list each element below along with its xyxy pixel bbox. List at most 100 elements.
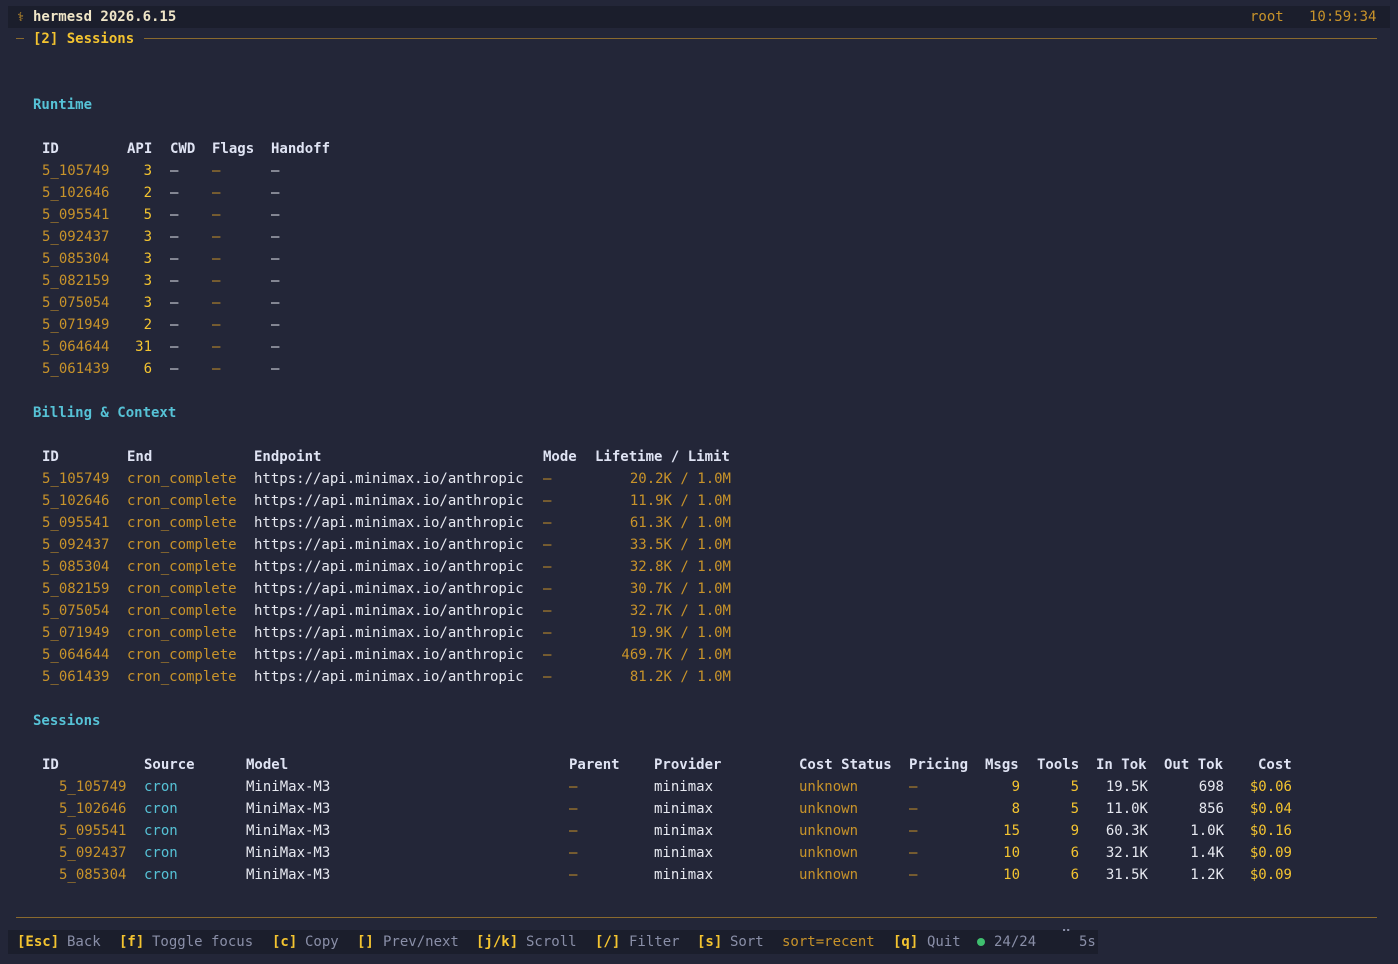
runtime-col-flags: Flags (212, 141, 255, 157)
sessions-row-id[interactable]: 5_085304 (59, 864, 126, 886)
sessions-row-msgs: 15 (1003, 823, 1020, 839)
runtime-row-id[interactable]: 5_082159 (42, 270, 109, 292)
billing-row-id[interactable]: 5_105749 (42, 468, 109, 490)
runtime-heading: Runtime (33, 97, 93, 113)
billing-row-end: cron_complete (127, 537, 237, 553)
sessions-col-9: In Tok (1096, 757, 1147, 773)
runtime-row-api: 3 (143, 295, 152, 311)
sessions-row-msgs: 10 (1003, 867, 1020, 883)
billing-row-end: cron_complete (127, 647, 237, 663)
billing-row-id[interactable]: 5_061439 (42, 666, 109, 688)
billing-row-mode: — (543, 647, 552, 663)
runtime-row-id[interactable]: 5_085304 (42, 248, 109, 270)
sessions-row-cost-status: unknown (799, 823, 859, 839)
footer-key-6[interactable]: [s] (697, 931, 722, 953)
footer-key-0[interactable]: [Esc] (17, 931, 59, 953)
billing-row-id[interactable]: 5_085304 (42, 556, 109, 578)
sessions-row-id[interactable]: 5_102646 (59, 798, 126, 820)
sessions-col-11: Cost (1258, 757, 1292, 773)
billing-row-lifetime: 11.9K / 1.0M (629, 493, 731, 509)
billing-col-0: ID (42, 449, 59, 465)
sessions-row-model: MiniMax-M3 (246, 823, 331, 839)
runtime-row-cwd: — (170, 251, 179, 267)
billing-row-id[interactable]: 5_102646 (42, 490, 109, 512)
sessions-row-id[interactable]: 5_095541 (59, 820, 126, 842)
billing-row-end: cron_complete (127, 515, 237, 531)
tab-sessions[interactable]: [2] Sessions (33, 28, 134, 50)
runtime-row-id[interactable]: 5_105749 (42, 160, 109, 182)
sessions-row-parent: — (569, 867, 578, 883)
runtime-row-flags: — (212, 207, 221, 223)
user-label: root (1250, 9, 1284, 25)
refresh-interval: 5s (1079, 934, 1096, 950)
sessions-row-tools: 5 (1070, 779, 1079, 795)
billing-row-lifetime: 32.8K / 1.0M (629, 559, 731, 575)
billing-row-id[interactable]: 5_064644 (42, 644, 109, 666)
sessions-row-id[interactable]: 5_092437 (59, 842, 126, 864)
terminal-window: ⚕ hermesd 2026.6.15 root 10:59:34 [2] Se… (0, 0, 1398, 964)
sessions-row-msgs: 9 (1011, 779, 1020, 795)
sessions-col-8: Tools (1037, 757, 1080, 773)
footer-rule (16, 917, 1377, 918)
sessions-row-cost-status: unknown (799, 845, 859, 861)
sort-indicator: sort=recent (782, 934, 875, 950)
sessions-row-source: cron (144, 779, 178, 795)
billing-row-end: cron_complete (127, 581, 237, 597)
footer-key-2[interactable]: [c] (272, 931, 297, 953)
billing-row-mode: — (543, 493, 552, 509)
runtime-row-id[interactable]: 5_064644 (42, 336, 109, 358)
sessions-row-in-tok: 32.1K (1105, 845, 1148, 861)
runtime-row-api: 2 (143, 185, 152, 201)
runtime-row-handoff: — (271, 251, 280, 267)
billing-row-id[interactable]: 5_092437 (42, 534, 109, 556)
runtime-row-handoff: — (271, 185, 280, 201)
runtime-row-id[interactable]: 5_061439 (42, 358, 109, 380)
billing-row-id[interactable]: 5_075054 (42, 600, 109, 622)
billing-row-mode: — (543, 515, 552, 531)
sessions-row-out-tok: 1.4K (1190, 845, 1224, 861)
sessions-row-cost: $0.04 (1249, 801, 1292, 817)
runtime-row-id[interactable]: 5_102646 (42, 182, 109, 204)
billing-row-id[interactable]: 5_082159 (42, 578, 109, 600)
billing-row-endpoint: https://api.minimax.io/anthropic (254, 625, 524, 641)
sessions-row-id[interactable]: 5_105749 (59, 776, 126, 798)
billing-row-endpoint: https://api.minimax.io/anthropic (254, 603, 524, 619)
sessions-row-in-tok: 19.5K (1105, 779, 1148, 795)
footer-label-5: Filter (629, 934, 680, 950)
sessions-row-pricing: — (909, 823, 918, 839)
runtime-row-id[interactable]: 5_071949 (42, 314, 109, 336)
billing-row-end: cron_complete (127, 603, 237, 619)
sessions-row-in-tok: 31.5K (1105, 867, 1148, 883)
sessions-row-cost: $0.16 (1249, 823, 1292, 839)
title-bar (8, 6, 1390, 28)
billing-row-id[interactable]: 5_071949 (42, 622, 109, 644)
sessions-row-parent: — (569, 823, 578, 839)
quit-key[interactable]: [q] (893, 931, 918, 953)
billing-row-lifetime: 469.7K / 1.0M (621, 647, 731, 663)
footer-key-5[interactable]: [/] (595, 931, 620, 953)
billing-row-endpoint: https://api.minimax.io/anthropic (254, 647, 524, 663)
sessions-row-model: MiniMax-M3 (246, 845, 331, 861)
footer-key-3[interactable]: [] (357, 931, 374, 953)
footer-key-1[interactable]: [f] (119, 931, 144, 953)
billing-row-endpoint: https://api.minimax.io/anthropic (254, 515, 524, 531)
sessions-heading: Sessions (33, 713, 101, 729)
billing-row-lifetime: 19.9K / 1.0M (629, 625, 731, 641)
sessions-row-out-tok: 1.0K (1190, 823, 1224, 839)
billing-col-4: Lifetime / Limit (595, 449, 730, 465)
clock: 10:59:34 (1309, 9, 1377, 25)
billing-row-endpoint: https://api.minimax.io/anthropic (254, 559, 524, 575)
billing-row-mode: — (543, 537, 552, 553)
runtime-col-api: API (127, 141, 153, 157)
billing-row-mode: — (543, 581, 552, 597)
footer-key-4[interactable]: [j/k] (476, 931, 518, 953)
runtime-row-flags: — (212, 251, 221, 267)
runtime-row-id[interactable]: 5_092437 (42, 226, 109, 248)
runtime-row-id[interactable]: 5_095541 (42, 204, 109, 226)
sessions-row-source: cron (144, 867, 178, 883)
runtime-row-id[interactable]: 5_075054 (42, 292, 109, 314)
footer-label-0: Back (67, 934, 101, 950)
billing-row-id[interactable]: 5_095541 (42, 512, 109, 534)
sessions-row-model: MiniMax-M3 (246, 779, 331, 795)
status-dot-icon (977, 931, 991, 953)
